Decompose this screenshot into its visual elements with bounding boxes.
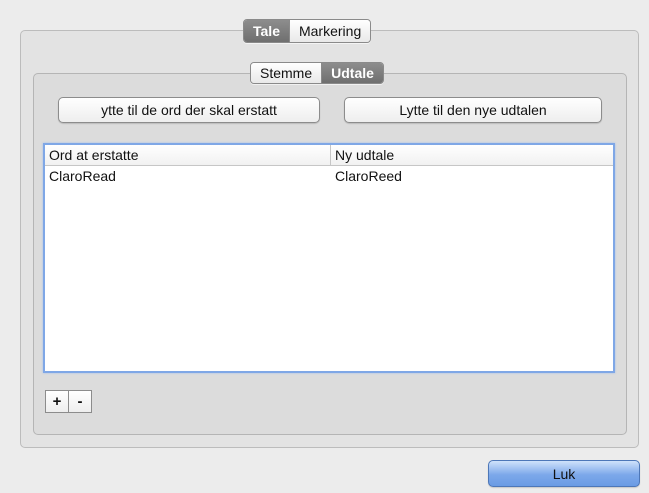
table-header: Ord at erstatte Ny udtale [45,145,613,166]
top-tab-control: Tale Markering [243,19,372,43]
column-header-word[interactable]: Ord at erstatte [45,145,331,165]
table-cell-word: ClaroRead [49,167,116,184]
tab-markering[interactable]: Markering [288,20,371,42]
listen-new-pronunciation-button[interactable]: Lytte til den nye udtalen [344,97,602,123]
remove-button[interactable]: - [68,391,91,412]
column-header-pronunciation[interactable]: Ny udtale [331,145,613,165]
close-button[interactable]: Luk [488,460,640,487]
table-row[interactable]: ClaroRead ClaroReed [45,166,613,185]
table-cell-pronunciation: ClaroReed [335,167,402,184]
sub-tab-control: Stemme Udtale [250,62,384,84]
tab-tale[interactable]: Tale [244,20,289,42]
tab-stemme[interactable]: Stemme [251,63,322,83]
listen-words-to-replace-button[interactable]: ytte til de ord der skal erstatt [58,97,320,123]
add-button[interactable]: + [46,391,68,412]
add-remove-control: + - [45,390,92,413]
tab-udtale[interactable]: Udtale [321,63,383,83]
pronunciation-table[interactable]: Ord at erstatte Ny udtale ClaroRead Clar… [43,143,615,373]
